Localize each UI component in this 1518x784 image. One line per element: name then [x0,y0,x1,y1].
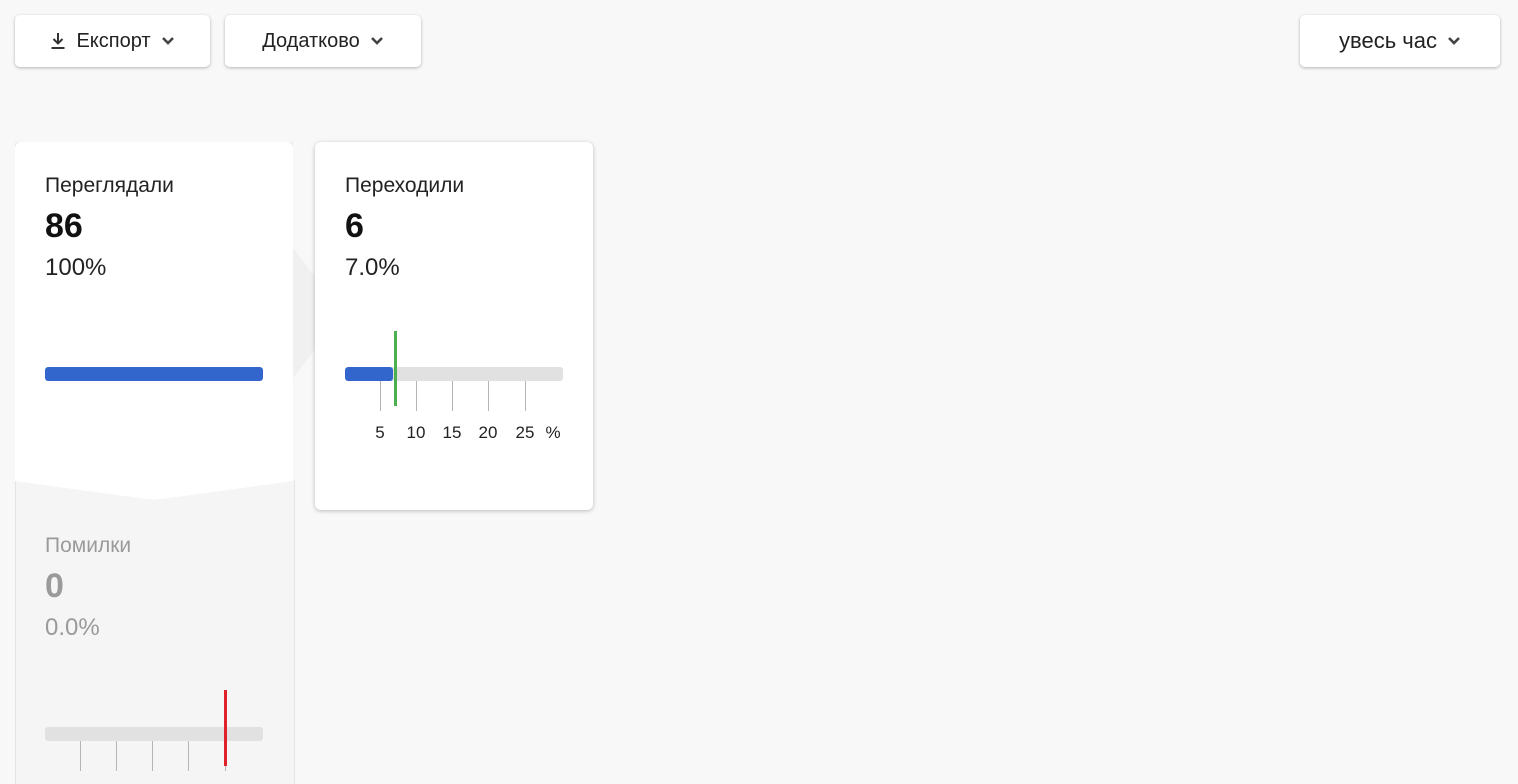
scale-tick [116,741,117,771]
errors-value: 0 [45,567,64,605]
clicked-card: Переходили 6 7.0% 5 10 15 20 25 % [315,142,593,510]
clicked-progress-fill [345,367,393,381]
clicked-percent: 7.0% [345,254,400,281]
clicked-progress-bar [345,367,563,381]
scale-tick [452,381,453,411]
chevron-down-icon [161,36,175,46]
scale-tick-label: 5 [375,423,385,442]
scale-tick-label: 10 [406,423,426,442]
scale-tick-label: 15 [442,423,462,442]
viewed-progress-fill [45,367,263,381]
clicked-value: 6 [345,207,364,245]
chevron-down-icon [1447,36,1461,46]
scale-tick [152,741,153,771]
scale-tick [488,381,489,411]
clicked-title: Переходили [345,174,465,197]
scale-tick-label: 20 [478,423,498,442]
viewed-card: Переглядали 86 100% [15,142,293,500]
errors-title: Помилки [45,534,132,557]
scale-tick [416,381,417,411]
export-button[interactable]: Експорт [15,15,210,67]
benchmark-marker [224,690,227,766]
period-select[interactable]: увесь час [1300,15,1500,67]
scale-tick [380,381,381,411]
scale-tick [80,741,81,771]
scale-tick-label: 25 [515,423,535,442]
errors-progress-bar [45,727,263,741]
scale-tick [188,741,189,771]
viewed-percent: 100% [45,254,107,281]
chevron-down-icon [370,36,384,46]
more-button[interactable]: Додатково [225,15,421,67]
export-label: Експорт [76,29,151,52]
more-label: Додатково [262,29,360,52]
scale-tick [525,381,526,411]
download-icon [50,32,66,50]
viewed-progress-bar [45,367,263,381]
errors-percent: 0.0% [45,614,100,641]
viewed-value: 86 [45,207,83,245]
viewed-title: Переглядали [45,174,174,197]
scale-unit-label: % [545,423,561,442]
benchmark-marker [394,331,397,406]
period-label: увесь час [1339,28,1437,53]
